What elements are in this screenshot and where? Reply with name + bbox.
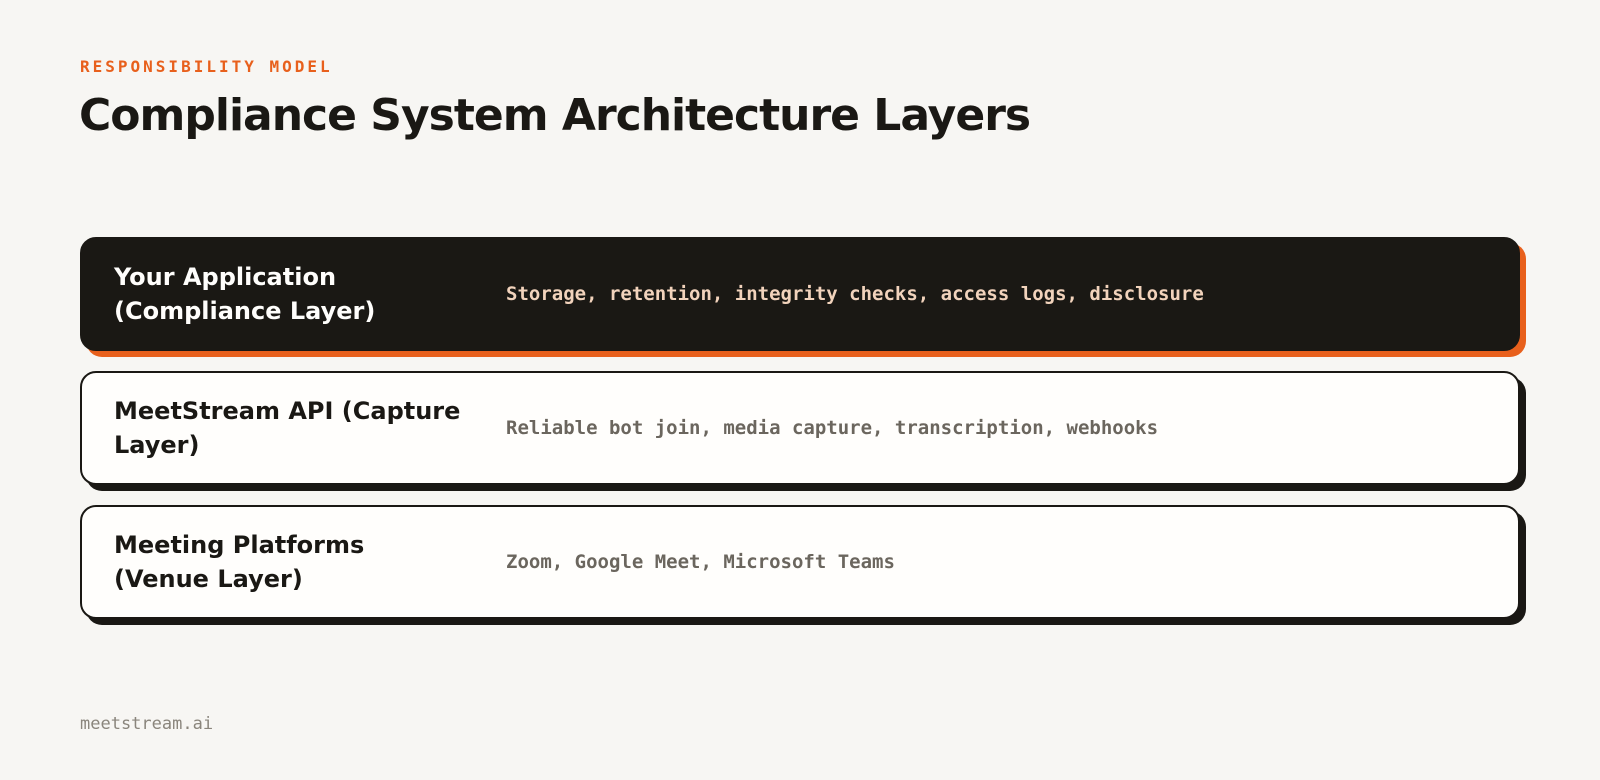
layer-venue: Meeting Platforms (Venue Layer) Zoom, Go…: [80, 505, 1520, 619]
layer-name: Meeting Platforms (Venue Layer): [114, 531, 365, 593]
page-title: Compliance System Architecture Layers: [79, 90, 1031, 141]
layer-description: Reliable bot join, media capture, transc…: [506, 417, 1159, 439]
layer-description: Zoom, Google Meet, Microsoft Teams: [506, 551, 895, 573]
layer-name: Your Application (Compliance Layer): [114, 263, 376, 325]
footer-brand: meetstream.ai: [80, 714, 214, 734]
architecture-layers: Your Application (Compliance Layer) Stor…: [80, 237, 1520, 639]
layer-compliance: Your Application (Compliance Layer) Stor…: [80, 237, 1520, 351]
layer-name: MeetStream API (Capture Layer): [114, 397, 461, 459]
layer-description: Storage, retention, integrity checks, ac…: [506, 283, 1204, 305]
section-eyebrow: RESPONSIBILITY MODEL: [80, 57, 333, 76]
layer-capture: MeetStream API (Capture Layer) Reliable …: [80, 371, 1520, 485]
